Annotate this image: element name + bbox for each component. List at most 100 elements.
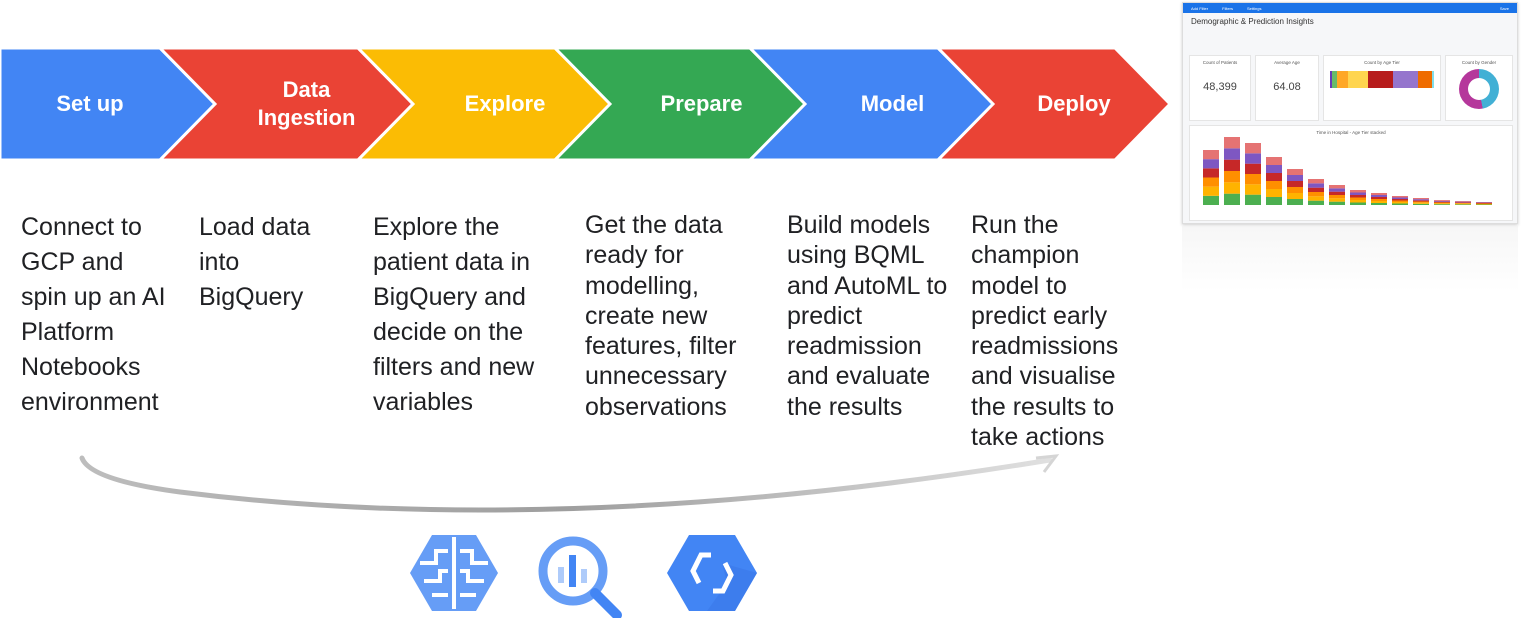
- stack-segment: [1350, 192, 1366, 195]
- stack-segment: [1203, 168, 1219, 178]
- description-line: BigQuery and: [373, 283, 526, 311]
- description-line: spin up an AI: [21, 283, 166, 311]
- stack-segment: [1350, 200, 1366, 203]
- stack-segment: [1224, 159, 1240, 171]
- stack-segment: [1224, 193, 1240, 205]
- stack-segment: [1245, 184, 1261, 195]
- description-line: using BQML: [787, 241, 925, 270]
- stack-segment: [1455, 201, 1471, 202]
- stage-description: Build models using BQML and AutoML to predi…: [787, 210, 947, 422]
- stack-segment: [1392, 199, 1408, 201]
- dashboard-toolbar: Add Filter Filters Settings Save: [1183, 3, 1517, 13]
- stack-segment: [1371, 203, 1387, 205]
- stage-label: Set up: [0, 48, 180, 160]
- stage-label: Prepare: [605, 48, 798, 160]
- stack-segment: [1329, 198, 1345, 202]
- stack-segment: [1455, 204, 1471, 205]
- stack-segment: [1392, 200, 1408, 202]
- description-line: Connect to: [21, 213, 142, 241]
- stack-segment: [1455, 201, 1471, 203]
- stack-segment: [1287, 169, 1303, 175]
- stack-segment: [1371, 199, 1387, 201]
- description-line: predict early: [971, 301, 1108, 330]
- stack-segment: [1266, 197, 1282, 205]
- stack-segment: [1476, 203, 1492, 204]
- stack-segment: [1266, 157, 1282, 165]
- stack-segment: [1287, 199, 1303, 205]
- stage-label: Deploy: [988, 48, 1160, 160]
- description-line: and visualise: [971, 362, 1116, 391]
- stack-segment: [1350, 202, 1366, 205]
- description-line: GCP and: [21, 248, 124, 276]
- stack-segment: [1434, 202, 1450, 204]
- stack-segment: [1287, 181, 1303, 187]
- stack-segment: [1329, 185, 1345, 189]
- description-line: patient data in: [373, 248, 531, 276]
- stack-segment: [1455, 203, 1471, 204]
- stack-segment: [1434, 201, 1450, 203]
- stack-segment: [1392, 203, 1408, 205]
- stack-segment: [1203, 177, 1219, 187]
- stage-label-text: Prepare: [660, 91, 743, 116]
- stack-segment: [1413, 199, 1429, 201]
- description-line: readmission: [787, 332, 922, 361]
- stack-segment: [1413, 202, 1429, 204]
- stacked-bar-chart: [1203, 137, 1492, 205]
- description-line: filters and new: [373, 353, 535, 381]
- stack-segment: [1266, 173, 1282, 181]
- stack-segment: [1245, 194, 1261, 205]
- stack-segment: [1392, 202, 1408, 204]
- description-line: environment: [21, 388, 159, 416]
- stack-segment: [1224, 171, 1240, 183]
- description-line: ready for: [585, 241, 684, 270]
- card-title: Count by Age Tier: [1364, 60, 1400, 65]
- card-title: Count by Gender: [1461, 60, 1497, 65]
- gender-donut: [1459, 69, 1499, 109]
- stage-label: Model: [800, 48, 985, 160]
- stack-segment: [1350, 195, 1366, 198]
- stack-segment: [1413, 200, 1429, 202]
- cycle-arrow: [79, 454, 1060, 513]
- add-filter-button: Add Filter: [1191, 5, 1209, 11]
- stack-segment: [1476, 202, 1492, 203]
- dashboard-screenshot: Add Filter Filters Settings Save Demogra…: [1182, 2, 1518, 224]
- stack-segment: [1413, 201, 1429, 203]
- stage-label-text: Set up: [56, 91, 124, 116]
- description-line: model to: [971, 271, 1067, 300]
- description-line: champion: [971, 241, 1080, 270]
- stack-segment: [1413, 203, 1429, 205]
- description-line: Load data: [199, 213, 311, 241]
- dashboard-title: Demographic & Prediction Insights: [1191, 17, 1314, 26]
- description-line: into: [199, 248, 240, 276]
- stack-segment: [1392, 196, 1408, 198]
- stack-segment: [1350, 197, 1366, 200]
- description-line: the results to: [971, 392, 1115, 421]
- stack-segment: [1329, 188, 1345, 192]
- stack-segment: [1245, 153, 1261, 164]
- stage-label-text: Data Ingestion: [257, 77, 356, 130]
- stack-segment: [1371, 197, 1387, 199]
- description-line: create new: [585, 301, 708, 330]
- filters-button: Filters: [1222, 5, 1234, 11]
- stack-segment: [1224, 148, 1240, 160]
- description-line: readmissions: [971, 332, 1119, 361]
- cloud-composer-icon: [667, 535, 757, 611]
- stack-segment: [1476, 204, 1492, 205]
- stack-segment: [1329, 195, 1345, 199]
- stack-segment: [1455, 202, 1471, 203]
- stack-segment: [1203, 195, 1219, 205]
- description-line: BigQuery: [199, 283, 304, 311]
- stage-description: Connect to GCP and spin up an AI Platform No…: [21, 210, 166, 420]
- bigquery-icon: [538, 536, 622, 618]
- description-line: modelling,: [585, 271, 699, 300]
- stack-segment: [1287, 175, 1303, 181]
- card-title: Count of Patients: [1202, 60, 1238, 65]
- stack-segment: [1434, 200, 1450, 201]
- age-card: Average Age 64.08: [1255, 55, 1319, 121]
- stack-segment: [1203, 150, 1219, 160]
- stage-description: Load data into BigQuery: [199, 210, 310, 315]
- description-line: Notebooks: [21, 353, 141, 381]
- stack-segment: [1287, 193, 1303, 199]
- stack-segment: [1434, 200, 1450, 202]
- card-value: 64.08: [1273, 81, 1301, 93]
